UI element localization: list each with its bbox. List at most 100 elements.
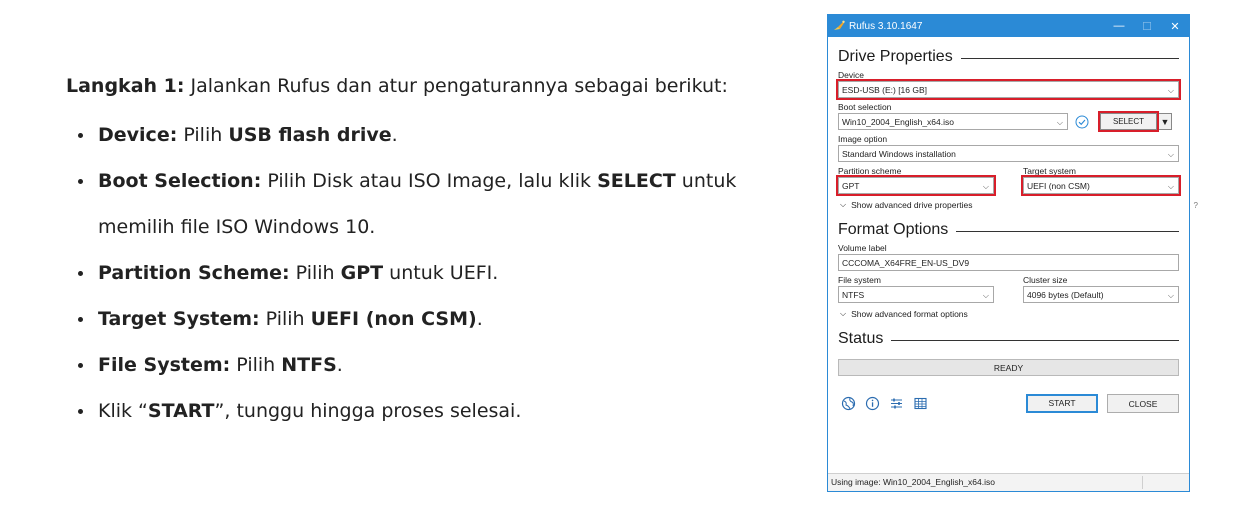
partition-scheme-label: Partition scheme xyxy=(838,166,902,176)
step-bold-text: SELECT xyxy=(597,170,676,192)
step-bold-text: Target System: xyxy=(98,308,260,330)
rufus-window: Rufus 3.10.1647 — ☐ ✕ Drive Properties D… xyxy=(827,14,1198,492)
chevron-down-icon: ⌵ xyxy=(1167,86,1174,95)
chevron-down-icon: ⌵ xyxy=(840,200,847,209)
settings-sliders-icon[interactable] xyxy=(889,396,904,411)
drive-properties-title: Drive Properties xyxy=(838,48,953,65)
step-item: File System: Pilih NTFS. xyxy=(66,342,806,388)
volume-label-input[interactable]: CCCOMA_X64FRE_EN-US_DV9 xyxy=(838,254,1179,271)
step-text: Pilih xyxy=(259,308,311,330)
select-menu-button[interactable]: ▼ xyxy=(1159,113,1172,130)
step-text: Pilih Disk atau ISO Image, lalu klik xyxy=(261,170,598,192)
file-system-dropdown[interactable]: NTFS ⌵ xyxy=(838,286,994,303)
status-title: Status xyxy=(838,330,884,347)
step-text: Klik “ xyxy=(98,400,148,422)
drive-properties-header: Drive Properties xyxy=(838,48,1179,66)
intro-line: Langkah 1: Jalankan Rufus dan atur penga… xyxy=(66,72,806,100)
step-text: . xyxy=(391,124,398,146)
advanced-format-label: Show advanced format options xyxy=(851,309,968,319)
close-window-button[interactable]: ✕ xyxy=(1161,15,1189,37)
step-item: memilih file ISO Windows 10. xyxy=(66,204,806,250)
target-system-help[interactable]: ? xyxy=(1194,201,1198,210)
step-text: . xyxy=(336,354,343,376)
step-text: . xyxy=(476,308,483,330)
step-text: memilih file ISO Windows 10. xyxy=(98,216,376,238)
step-bold-text: Partition Scheme: xyxy=(98,262,290,284)
globe-icon[interactable] xyxy=(841,396,856,411)
advanced-drive-label: Show advanced drive properties xyxy=(851,200,973,210)
close-button[interactable]: CLOSE xyxy=(1107,394,1179,413)
volume-label-value: CCCOMA_X64FRE_EN-US_DV9 xyxy=(842,258,970,268)
step-text: untuk UEFI. xyxy=(383,262,499,284)
advanced-drive-toggle[interactable]: ⌵ Show advanced drive properties xyxy=(838,200,1179,210)
verify-checksum-icon[interactable] xyxy=(1075,115,1089,129)
window-title: Rufus 3.10.1647 xyxy=(849,20,923,32)
progress-status-text: READY xyxy=(993,363,1024,373)
device-value: ESD-USB (E:) [16 GB] xyxy=(842,85,928,95)
chevron-down-icon: ⌵ xyxy=(840,309,847,318)
chevron-down-icon: ⌵ xyxy=(1056,118,1063,127)
step-bold-text: UEFI (non CSM) xyxy=(310,308,477,330)
boot-selection-value: Win10_2004_English_x64.iso xyxy=(842,117,954,127)
target-system-dropdown[interactable]: UEFI (non CSM) ⌵ xyxy=(1021,175,1181,196)
step-bold-text: Device: xyxy=(98,124,178,146)
step-bold-text: NTFS xyxy=(281,354,337,376)
step-text: untuk xyxy=(675,170,737,192)
step-bold-text: START xyxy=(147,400,215,422)
status-bar: Using image: Win10_2004_English_x64.iso xyxy=(828,473,1189,491)
chevron-down-icon: ⌵ xyxy=(1167,182,1174,191)
cluster-size-label: Cluster size xyxy=(1023,275,1068,285)
advanced-format-toggle[interactable]: ⌵ Show advanced format options xyxy=(838,309,1179,319)
intro-text: Jalankan Rufus dan atur pengaturannya se… xyxy=(184,75,728,97)
select-button[interactable]: SELECT xyxy=(1098,111,1159,132)
info-icon[interactable] xyxy=(865,396,880,411)
step-text: ”, tunggu hingga proses selesai. xyxy=(214,400,522,422)
image-option-label: Image option xyxy=(838,134,888,144)
steps-list: Device: Pilih USB flash drive. Boot Selec… xyxy=(66,112,806,434)
section-divider xyxy=(960,58,1179,59)
partition-scheme-value: GPT xyxy=(842,181,860,191)
chevron-down-icon: ⌵ xyxy=(1167,150,1174,159)
image-option-dropdown[interactable]: Standard Windows installation ⌵ xyxy=(838,145,1179,162)
maximize-button[interactable]: ☐ xyxy=(1133,15,1161,37)
device-label: Device xyxy=(838,70,864,80)
step-text: Pilih xyxy=(230,354,282,376)
step-item: Target System: Pilih UEFI (non CSM). xyxy=(66,296,806,342)
format-options-title: Format Options xyxy=(838,221,949,238)
cluster-size-value: 4096 bytes (Default) xyxy=(1027,290,1104,300)
status-bar-separator xyxy=(1142,476,1143,489)
file-system-label: File system xyxy=(838,275,881,285)
target-system-label: Target system xyxy=(1023,166,1076,176)
section-divider xyxy=(891,340,1179,341)
step-bold-text: File System: xyxy=(98,354,231,376)
chevron-down-icon: ⌵ xyxy=(982,291,989,300)
boot-selection-dropdown[interactable]: Win10_2004_English_x64.iso ⌵ xyxy=(838,113,1068,130)
device-dropdown[interactable]: ESD-USB (E:) [16 GB] ⌵ xyxy=(836,79,1181,100)
status-bar-text: Using image: Win10_2004_English_x64.iso xyxy=(831,477,995,487)
log-table-icon[interactable] xyxy=(913,396,928,411)
rufus-app-icon xyxy=(834,20,845,30)
minimize-button[interactable]: — xyxy=(1105,15,1133,37)
title-bar: Rufus 3.10.1647 — ☐ ✕ xyxy=(828,15,1189,37)
step-item: Klik “START”, tunggu hingga proses seles… xyxy=(66,388,806,434)
intro-bold: Langkah 1: xyxy=(66,75,185,97)
status-header: Status xyxy=(838,330,1179,348)
chevron-down-icon: ⌵ xyxy=(1167,291,1174,300)
image-option-value: Standard Windows installation xyxy=(842,149,956,159)
section-divider xyxy=(956,231,1179,232)
step-item: Boot Selection: Pilih Disk atau ISO Imag… xyxy=(66,158,806,204)
cluster-size-dropdown[interactable]: 4096 bytes (Default) ⌵ xyxy=(1023,286,1179,303)
chevron-down-icon: ⌵ xyxy=(982,182,989,191)
start-button[interactable]: START xyxy=(1026,394,1098,413)
progress-bar: READY xyxy=(838,359,1179,376)
format-options-header: Format Options xyxy=(838,221,1179,239)
instructions-panel: Langkah 1: Jalankan Rufus dan atur penga… xyxy=(66,72,806,434)
volume-label-label: Volume label xyxy=(838,243,887,253)
target-system-value: UEFI (non CSM) xyxy=(1027,181,1090,191)
partition-scheme-dropdown[interactable]: GPT ⌵ xyxy=(836,175,996,196)
triangle-down-icon: ▼ xyxy=(1160,117,1170,127)
step-item: Device: Pilih USB flash drive. xyxy=(66,112,806,158)
file-system-value: NTFS xyxy=(842,290,865,300)
step-bold-text: USB flash drive xyxy=(228,124,392,146)
boot-selection-label: Boot selection xyxy=(838,102,892,112)
